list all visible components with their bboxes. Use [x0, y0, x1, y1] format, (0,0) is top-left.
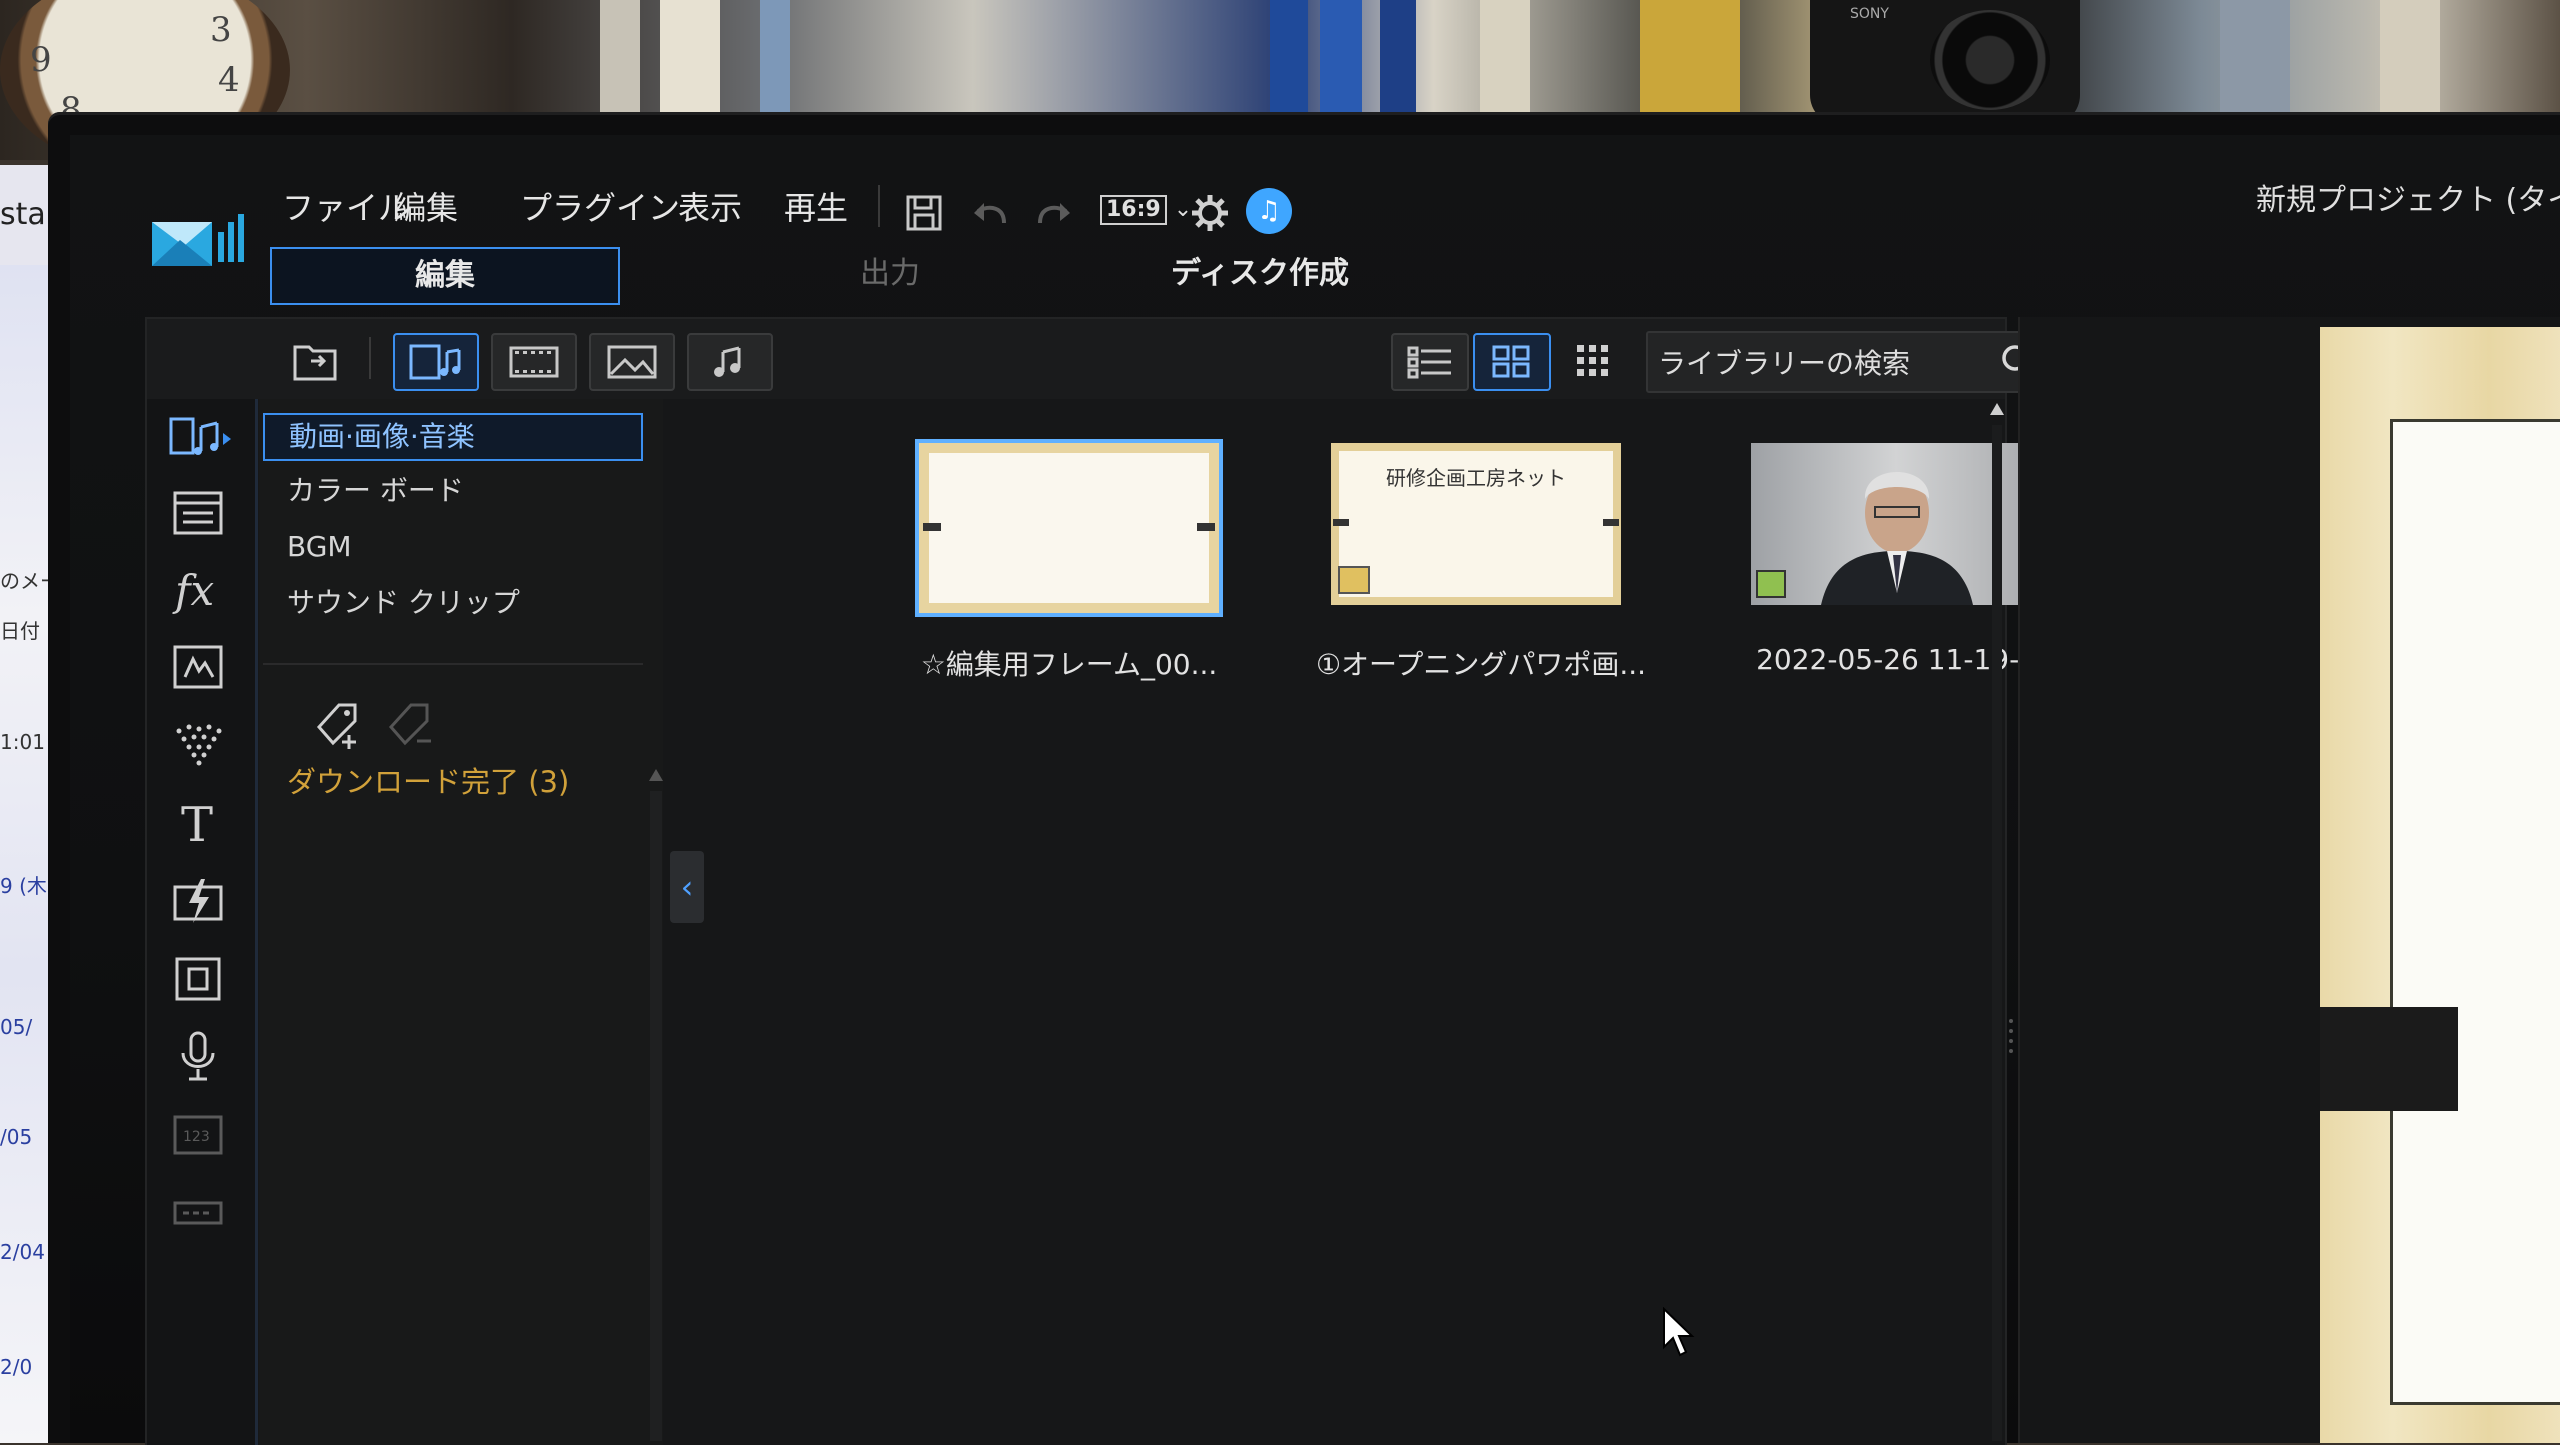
aspect-ratio-value: 16:9 — [1100, 195, 1167, 225]
left-monitor-text: sta — [0, 197, 46, 232]
divider — [263, 663, 643, 665]
subtitle-icon[interactable]: 123 — [165, 1107, 231, 1163]
left-monitor-text: 05/ — [0, 1015, 33, 1039]
media-item[interactable]: ☆編集用フレーム_00... — [915, 439, 1223, 681]
caption-icon[interactable] — [165, 1185, 231, 1241]
slide-thumbnail-text: 研修企画工房ネット — [1386, 466, 1566, 490]
film-icon — [509, 346, 559, 378]
left-monitor-text: 2/04 — [0, 1240, 45, 1264]
room-sidebar: fx T 123 — [147, 399, 258, 1445]
filter-image-button[interactable] — [589, 333, 675, 391]
svg-text:123: 123 — [183, 1129, 210, 1145]
add-tag-icon[interactable] — [311, 697, 365, 751]
category-color-board[interactable]: カラー ボード — [263, 469, 639, 513]
filter-audio-button[interactable] — [687, 333, 773, 391]
clock-numeral: 4 — [218, 60, 240, 100]
mouse-pointer-icon — [1663, 1307, 1695, 1357]
microphone-icon[interactable] — [165, 1029, 231, 1085]
toolbar-separator — [369, 337, 371, 379]
collapse-panel-button[interactable]: ‹ — [670, 851, 704, 923]
category-bgm[interactable]: BGM — [263, 525, 639, 569]
transition-icon[interactable] — [165, 873, 231, 929]
category-media[interactable]: 動画·画像·音楽 — [263, 413, 643, 461]
clock-numeral: 3 — [210, 10, 232, 50]
left-monitor-text: /05 — [0, 1125, 33, 1149]
music-note-icon — [714, 346, 741, 377]
particle-icon[interactable] — [165, 717, 231, 773]
media-grid: ☆編集用フレーム_00... 研修企画工房ネット ①オープニングパワポ画... — [707, 399, 2046, 1445]
grid-view-button[interactable] — [1473, 333, 1551, 391]
import-media-icon[interactable] — [291, 339, 339, 383]
menu-plugin[interactable]: プラグイン — [520, 183, 680, 229]
remove-tag-icon[interactable] — [383, 697, 437, 751]
filter-all-media-button[interactable] — [393, 333, 479, 391]
category-scrollbar[interactable] — [647, 767, 665, 1445]
camera: SONY — [1810, 0, 2080, 125]
app-logo-icon — [152, 214, 244, 266]
chapter-icon[interactable] — [165, 951, 231, 1007]
frame-thumbnail — [915, 439, 1223, 617]
aspect-ratio-dropdown[interactable]: 16:9 ⌄ — [1100, 195, 1192, 229]
menu-view[interactable]: 表示 — [678, 183, 742, 229]
svg-text:fx: fx — [172, 566, 215, 615]
left-monitor: sta のメー 日付 1:01 9 (木 05/ /05 2/04 2/0 — [0, 165, 60, 1443]
left-monitor-text: 1:01 — [0, 730, 45, 754]
media-caption: ☆編集用フレーム_00... — [920, 648, 1218, 681]
library-category-panel: 動画·画像·音楽 カラー ボード BGM サウンド クリップ ダウンロード完了 … — [259, 399, 663, 1445]
media-room-icon[interactable] — [165, 411, 231, 467]
undo-icon[interactable] — [970, 193, 1010, 233]
slide-thumbnail: 研修企画工房ネット — [1331, 443, 1621, 605]
template-room-icon[interactable] — [165, 485, 231, 541]
tab-output[interactable]: 出力 — [790, 247, 990, 301]
library-search-box — [1646, 331, 2052, 393]
svg-text:T: T — [181, 797, 213, 851]
list-view-button[interactable] — [1391, 333, 1469, 391]
media-music-icon — [409, 344, 461, 380]
title-text-icon[interactable]: T — [165, 795, 231, 851]
menu-edit[interactable]: 編集 — [394, 183, 458, 229]
project-title: 新規プロジェクト (タイトルな — [2256, 183, 2560, 218]
panel-resize-handle[interactable] — [2008, 1017, 2014, 1057]
grid-view-icon — [1492, 345, 1530, 378]
left-monitor-text: 日付 — [0, 619, 40, 643]
filter-video-button[interactable] — [491, 333, 577, 391]
clock-numeral: 9 — [30, 40, 52, 80]
preview-content — [2390, 419, 2560, 1405]
preview-frame-handle — [2320, 1007, 2458, 1111]
list-view-icon — [1407, 346, 1451, 379]
menu-play[interactable]: 再生 — [784, 183, 848, 229]
thumbnail-size-icon[interactable] — [1573, 341, 1613, 381]
tab-edit[interactable]: 編集 — [270, 247, 620, 305]
gear-icon[interactable] — [1190, 193, 1230, 233]
pip-object-icon[interactable] — [165, 639, 231, 695]
toolbar-separator — [878, 185, 880, 227]
preview-window — [2018, 317, 2560, 1443]
tag-download-complete[interactable]: ダウンロード完了 (3) — [287, 759, 569, 801]
media-caption: ①オープニングパワポ画... — [1315, 648, 1647, 681]
image-icon — [607, 345, 657, 379]
library-search-input[interactable] — [1656, 333, 1990, 393]
notification-bell-icon[interactable]: ♫ — [1246, 188, 1292, 234]
video-editor-window: ファイル 編集 プラグイン 表示 再生 16:9 ⌄ ♫ 新規プロジェクト (タ… — [70, 135, 2560, 1445]
category-sound-clip[interactable]: サウンド クリップ — [263, 581, 639, 625]
effects-fx-icon[interactable]: fx — [165, 561, 231, 617]
library-toolbar — [147, 319, 2052, 399]
camera-brand: SONY — [1850, 6, 1889, 22]
save-icon[interactable] — [904, 193, 944, 233]
media-library-panel: fx T — [145, 317, 2052, 1445]
media-item[interactable]: 研修企画工房ネット ①オープニングパワポ画... — [1316, 443, 1646, 681]
left-monitor-screen — [0, 265, 48, 1443]
tab-disc-authoring[interactable]: ディスク作成 — [1110, 247, 1410, 301]
media-grid-scrollbar[interactable] — [1989, 399, 2005, 1445]
redo-icon[interactable] — [1034, 193, 1074, 233]
menu-bar: ファイル 編集 プラグイン 表示 再生 16:9 ⌄ ♫ 新規プロジェクト (タ — [70, 135, 2560, 266]
menu-file[interactable]: ファイル — [282, 183, 410, 229]
left-monitor-text: 2/0 — [0, 1355, 33, 1379]
camera-lens — [1930, 10, 2050, 110]
left-monitor-text: 9 (木 — [0, 874, 47, 898]
